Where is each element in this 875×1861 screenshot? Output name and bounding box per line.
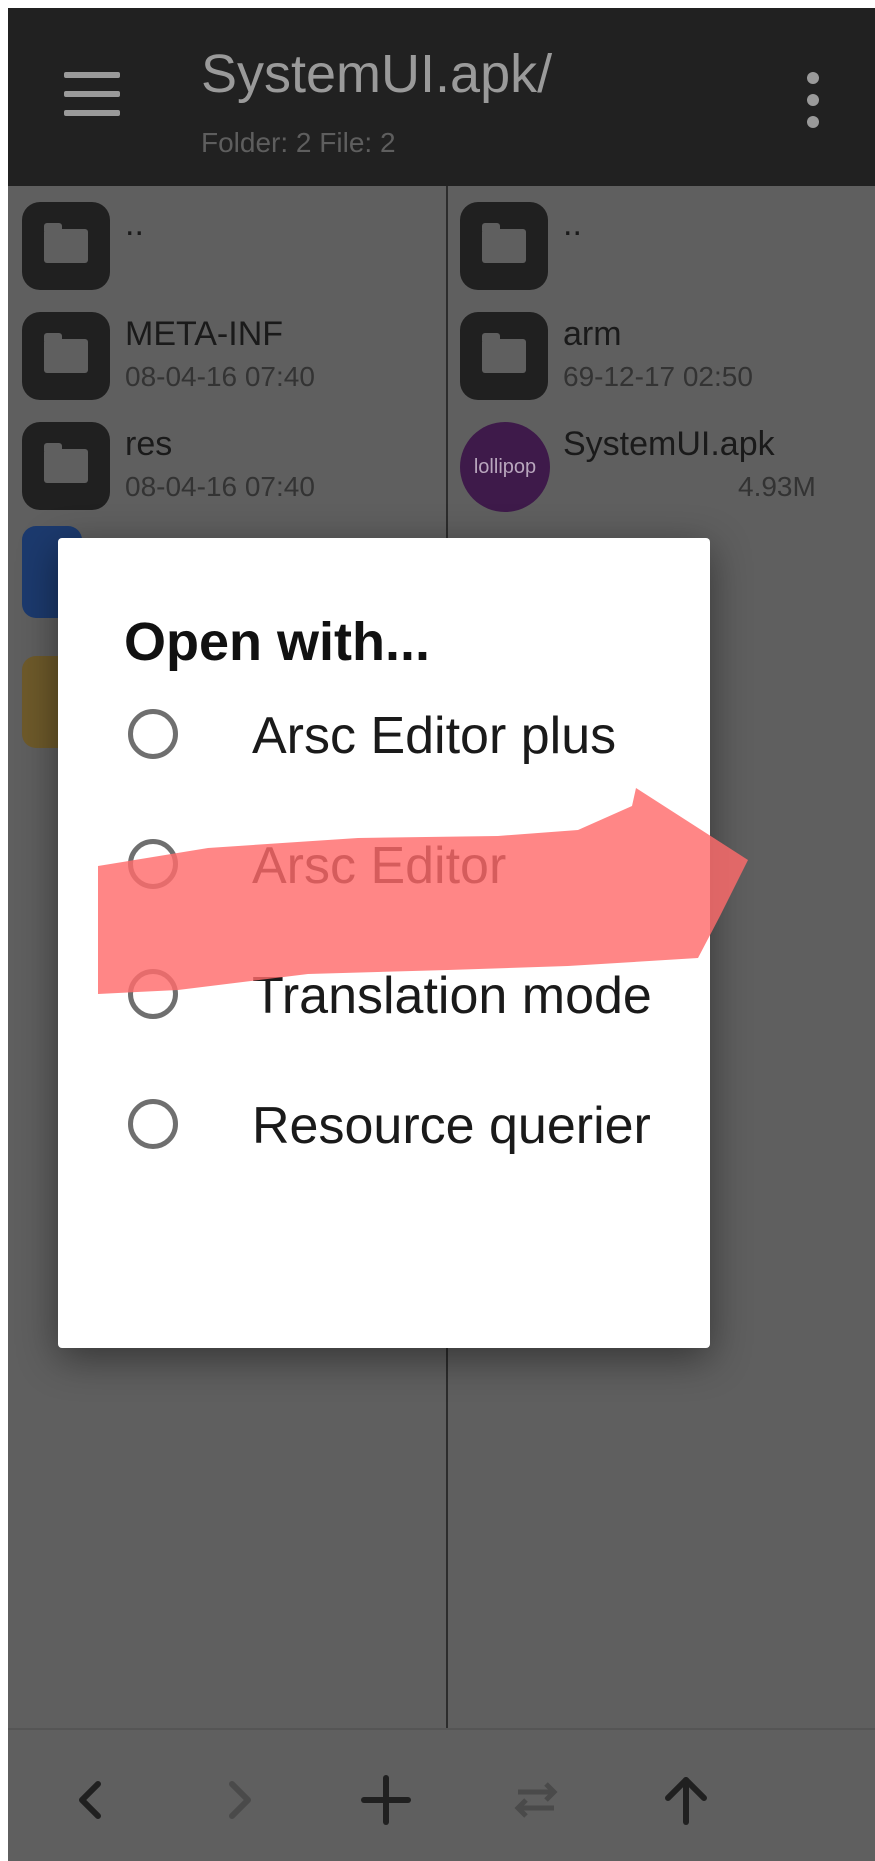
folder-icon	[22, 422, 110, 510]
option-label: Translation mode	[252, 967, 652, 1025]
folder-file-count: Folder: 2 File: 2	[201, 127, 396, 158]
list-item-parent-dir[interactable]: ..	[448, 186, 875, 304]
option-label: Resource querier	[252, 1097, 651, 1155]
radio-button-icon[interactable]	[128, 1099, 178, 1149]
page-title: SystemUI.apk/	[201, 44, 553, 104]
file-date: 08-04-16 07:40	[125, 361, 315, 392]
radio-button-icon[interactable]	[128, 709, 178, 759]
file-name: ..	[563, 205, 582, 243]
file-size: 4.93M	[738, 471, 816, 502]
add-icon[interactable]	[346, 1760, 426, 1840]
folder-icon	[22, 312, 110, 400]
file-date: 69-12-17 02:50	[563, 361, 753, 392]
option-arsc-editor[interactable]: Arsc Editor	[58, 802, 710, 932]
option-translation-mode[interactable]: Translation mode	[58, 932, 710, 1062]
option-arsc-editor-plus[interactable]: Arsc Editor plus	[58, 672, 710, 802]
back-icon[interactable]	[50, 1760, 130, 1840]
folder-icon	[460, 312, 548, 400]
forward-icon[interactable]	[200, 1760, 280, 1840]
swap-icon[interactable]	[496, 1760, 576, 1840]
file-name: SystemUI.apk	[563, 425, 775, 463]
bottom-toolbar	[8, 1728, 875, 1861]
up-icon[interactable]	[646, 1760, 726, 1840]
list-item-res[interactable]: res 08-04-16 07:40	[8, 406, 446, 524]
app-screen: SystemUI.apk/ Folder: 2 File: 2 .. META-…	[8, 8, 875, 1861]
file-name: res	[125, 425, 173, 463]
list-item-meta-inf[interactable]: META-INF 08-04-16 07:40	[8, 296, 446, 414]
folder-icon	[460, 202, 548, 290]
list-item-systemui-apk[interactable]: lollipop SystemUI.apk 4.93M	[448, 406, 875, 524]
list-item-arm[interactable]: arm 69-12-17 02:50	[448, 296, 875, 414]
file-name: arm	[563, 315, 622, 353]
radio-button-icon[interactable]	[128, 969, 178, 1019]
more-vert-icon[interactable]	[798, 72, 828, 132]
radio-button-icon[interactable]	[128, 839, 178, 889]
file-date: 08-04-16 07:40	[125, 471, 315, 502]
app-bar: SystemUI.apk/ Folder: 2 File: 2	[8, 8, 875, 186]
list-item-parent-dir[interactable]: ..	[8, 186, 446, 304]
folder-icon	[22, 202, 110, 290]
hamburger-menu-icon[interactable]	[60, 66, 124, 122]
file-name: META-INF	[125, 315, 284, 353]
option-resource-querier[interactable]: Resource querier	[58, 1062, 710, 1192]
option-label: Arsc Editor plus	[252, 707, 617, 765]
lollipop-app-icon: lollipop	[460, 422, 550, 512]
file-name: ..	[125, 205, 144, 243]
open-with-dialog: Open with... Arsc Editor plus Arsc Edito…	[58, 538, 710, 1348]
option-label: Arsc Editor	[252, 837, 507, 895]
dialog-title: Open with...	[124, 612, 430, 672]
